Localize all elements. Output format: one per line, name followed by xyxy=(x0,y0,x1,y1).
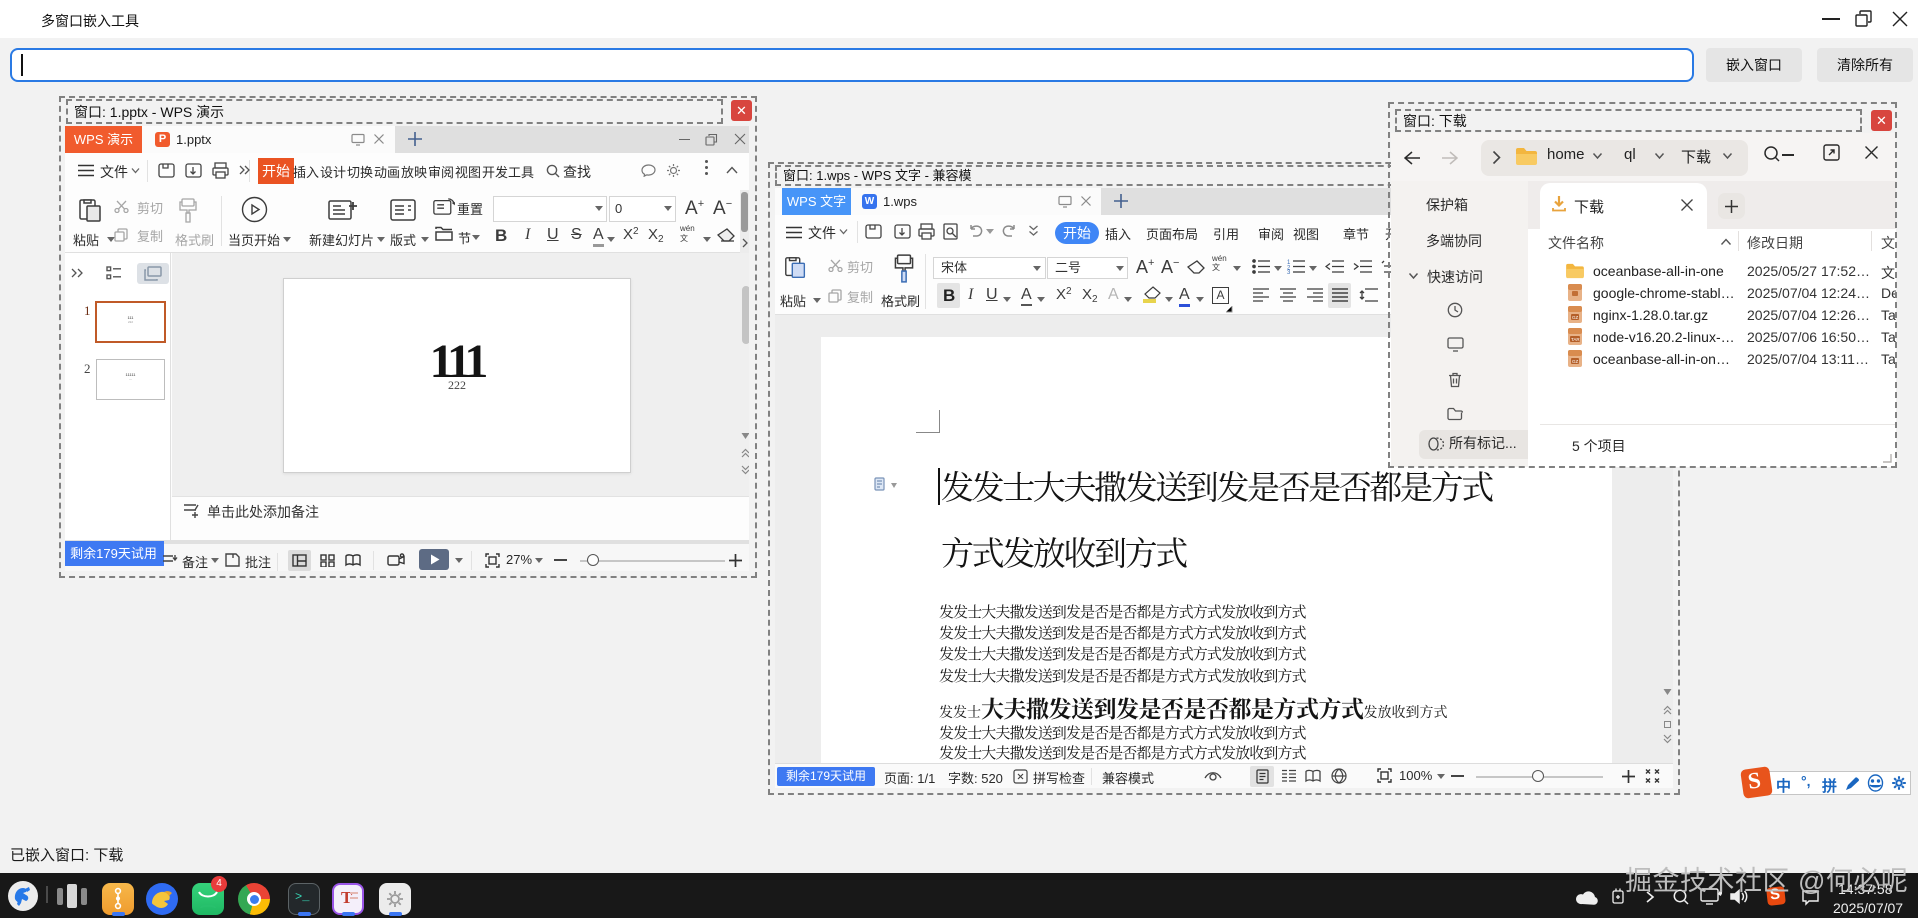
svg-text:3: 3 xyxy=(1287,270,1291,274)
